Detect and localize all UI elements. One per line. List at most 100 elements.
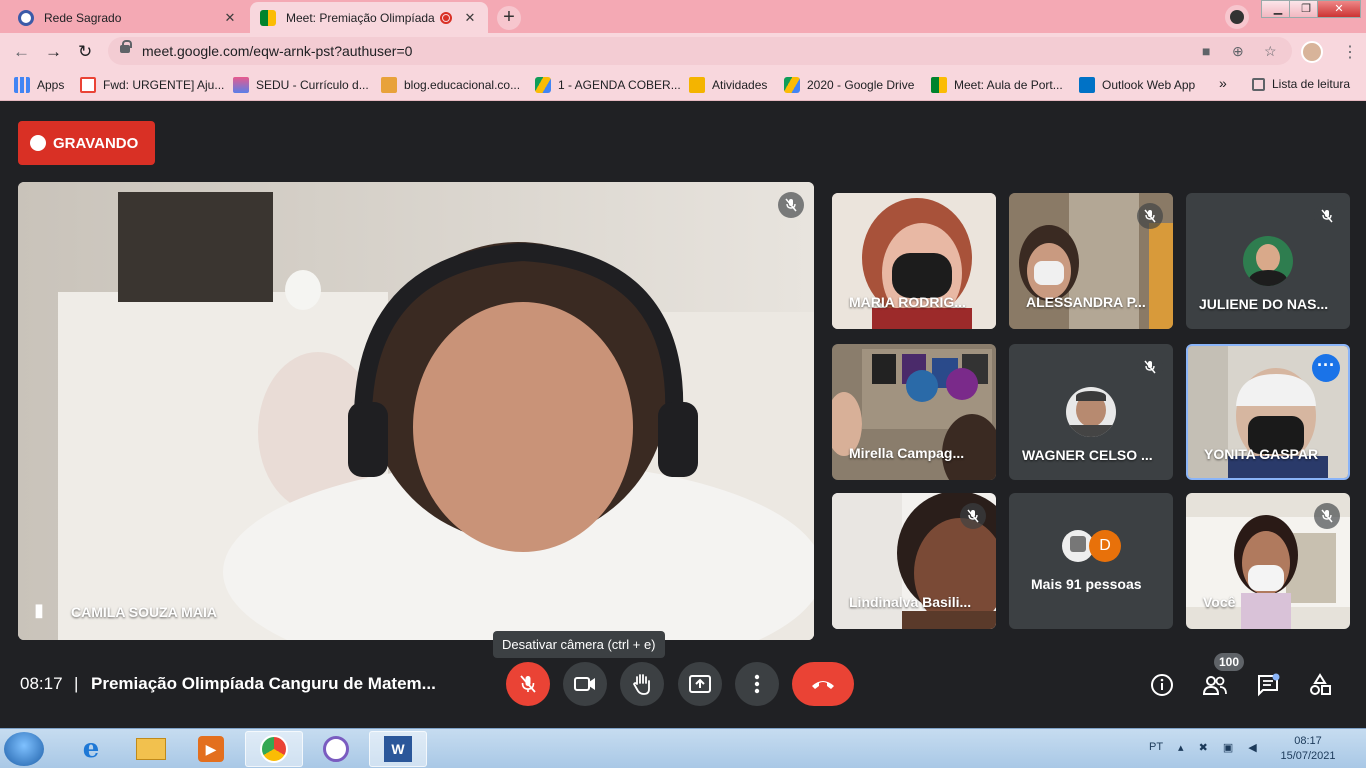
address-bar[interactable]: meet.google.com/eqw-arnk-pst?authuser=0 …: [108, 37, 1292, 65]
bookmark-outlook[interactable]: Outlook Web App: [1079, 77, 1195, 93]
tab-rede-sagrado[interactable]: Rede Sagrado ✕: [8, 2, 248, 33]
mic-off-icon: [520, 675, 536, 693]
meeting-details-button[interactable]: [1147, 670, 1177, 700]
bookmark-sedu[interactable]: SEDU - Currículo d...: [233, 77, 369, 93]
bookmark-label: Meet: Aula de Port...: [954, 78, 1063, 92]
present-screen-button[interactable]: [678, 662, 722, 706]
muted-mic-icon: [1314, 503, 1340, 529]
bookmark-meet[interactable]: Meet: Aula de Port...: [931, 77, 1063, 93]
back-arrow-icon[interactable]: ←: [13, 42, 30, 62]
camera-indicator-icon[interactable]: ■: [1202, 43, 1210, 59]
people-count-badge: 100: [1214, 653, 1244, 671]
muted-mic-icon: [1314, 203, 1340, 229]
system-tray-icons[interactable]: ▴ ✖ ▣ ◀: [1178, 741, 1263, 754]
participant-tile[interactable]: Lindinalva Basili...: [832, 493, 996, 629]
participant-name: Lindinalva Basili...: [849, 594, 972, 610]
bookmark-label: 1 - AGENDA COBER...: [558, 78, 681, 92]
browser-toolbar: ← → ↻ meet.google.com/eqw-arnk-pst?authu…: [0, 33, 1366, 69]
recording-label: GRAVANDO: [53, 134, 139, 152]
bookmark-apps[interactable]: Apps: [14, 77, 64, 93]
word-icon[interactable]: W: [369, 731, 427, 767]
participant-tile[interactable]: WAGNER CELSO ...: [1009, 344, 1173, 480]
windows-taskbar: e ▶ W PT ▴ ✖ ▣ ◀ 08:17 15/07/2021: [0, 728, 1366, 768]
internet-explorer-icon[interactable]: e: [62, 731, 120, 767]
muted-mic-icon: [1137, 354, 1163, 380]
bookmark-gmail[interactable]: Fwd: URGENTE] Aju...: [80, 77, 224, 93]
meet-icon: [931, 77, 947, 93]
reload-icon[interactable]: ↻: [78, 42, 92, 62]
bookmark-label: SEDU - Currículo d...: [256, 78, 369, 92]
url-text[interactable]: meet.google.com/eqw-arnk-pst?authuser=0: [142, 43, 412, 59]
meet-favicon-icon: [260, 9, 276, 26]
bookmark-blog[interactable]: blog.educacional.co...: [381, 77, 520, 93]
close-icon[interactable]: ✕: [222, 10, 238, 26]
participant-tile[interactable]: Mirella Campag...: [832, 344, 996, 480]
tab-meet[interactable]: Meet: Premiação Olimpíada ✕: [250, 2, 488, 33]
activities-button[interactable]: [1305, 670, 1335, 700]
forward-arrow-icon[interactable]: →: [45, 42, 62, 62]
lock-icon: [120, 40, 132, 53]
close-icon[interactable]: ✕: [462, 10, 478, 26]
recording-badge[interactable]: GRAVANDO: [18, 121, 155, 165]
bookmark-label: blog.educacional.co...: [404, 78, 521, 92]
bookmark-drive[interactable]: 2020 - Google Drive: [784, 77, 914, 93]
hand-icon: [632, 674, 650, 695]
profile-avatar[interactable]: [1301, 41, 1323, 63]
participant-tile-selected[interactable]: ··· YONITA GASPAR: [1186, 344, 1350, 480]
more-vert-icon: [754, 674, 760, 694]
close-window-button[interactable]: ✕: [1317, 0, 1361, 18]
bookmark-atividades[interactable]: Atividades: [689, 77, 767, 93]
participant-name: Mirella Campag...: [849, 445, 965, 461]
tab-search-icon[interactable]: [1225, 5, 1249, 29]
start-button[interactable]: [4, 732, 44, 766]
leave-call-button[interactable]: [792, 662, 854, 706]
bookmark-star-icon[interactable]: ☆: [1264, 43, 1277, 60]
participant-tile[interactable]: MARIA RODRIG...: [832, 193, 996, 329]
people-button[interactable]: [1200, 670, 1230, 700]
new-tab-button[interactable]: +: [497, 6, 521, 30]
hang-up-icon: [812, 681, 834, 689]
avatar: [1243, 236, 1293, 286]
blog-icon: [381, 77, 397, 93]
bookmarks-overflow-button[interactable]: »: [1219, 75, 1227, 91]
muted-mic-icon: [960, 503, 986, 529]
chrome-icon[interactable]: [245, 731, 303, 767]
microphone-toggle-button[interactable]: [506, 662, 550, 706]
paint-icon[interactable]: [307, 731, 365, 767]
browser-tab-bar: Rede Sagrado ✕ Meet: Premiação Olimpíada…: [0, 0, 1366, 33]
zoom-icon[interactable]: ⊕: [1232, 43, 1244, 60]
meeting-title: Premiação Olimpíada Canguru de Matem...: [91, 674, 436, 693]
camera-toggle-button[interactable]: [563, 662, 607, 706]
participant-name: Você: [1203, 594, 1236, 610]
outlook-icon: [1079, 77, 1095, 93]
muted-mic-icon: [778, 192, 804, 218]
more-participants-tile[interactable]: D Mais 91 pessoas: [1009, 493, 1173, 629]
info-icon: [1151, 674, 1173, 696]
self-view-tile[interactable]: Você: [1186, 493, 1350, 629]
chat-icon: [1258, 673, 1280, 697]
record-dot-icon: [30, 135, 46, 151]
bookmark-label: Fwd: URGENTE] Aju...: [103, 78, 225, 92]
participant-tile[interactable]: JULIENE DO NAS...: [1186, 193, 1350, 329]
file-explorer-icon[interactable]: [122, 731, 180, 767]
bookmark-agenda[interactable]: 1 - AGENDA COBER...: [535, 77, 681, 93]
present-icon: [689, 675, 711, 693]
taskbar-clock[interactable]: 08:17 15/07/2021: [1278, 734, 1338, 764]
more-options-button[interactable]: [735, 662, 779, 706]
chat-button[interactable]: [1253, 670, 1283, 700]
participant-name: JULIENE DO NAS...: [1199, 296, 1329, 312]
main-participant-name: CAMILA SOUZA MAIA: [71, 604, 217, 620]
browser-menu-icon[interactable]: ⋮: [1342, 42, 1358, 62]
main-video-tile[interactable]: ▮ CAMILA SOUZA MAIA: [18, 182, 814, 640]
raise-hand-button[interactable]: [620, 662, 664, 706]
bookmark-label: Outlook Web App: [1102, 78, 1196, 92]
media-player-icon[interactable]: ▶: [182, 731, 240, 767]
bookmark-reading-list[interactable]: Lista de leitura: [1252, 77, 1350, 91]
more-options-button[interactable]: ···: [1312, 354, 1340, 382]
language-indicator[interactable]: PT: [1149, 741, 1163, 753]
participant-tile[interactable]: ALESSANDRA P...: [1009, 193, 1173, 329]
recording-indicator-icon: [440, 11, 452, 24]
pin-icon[interactable]: ▮: [34, 600, 44, 621]
bookmark-label: 2020 - Google Drive: [807, 78, 915, 92]
google-drive-icon: [784, 77, 800, 93]
